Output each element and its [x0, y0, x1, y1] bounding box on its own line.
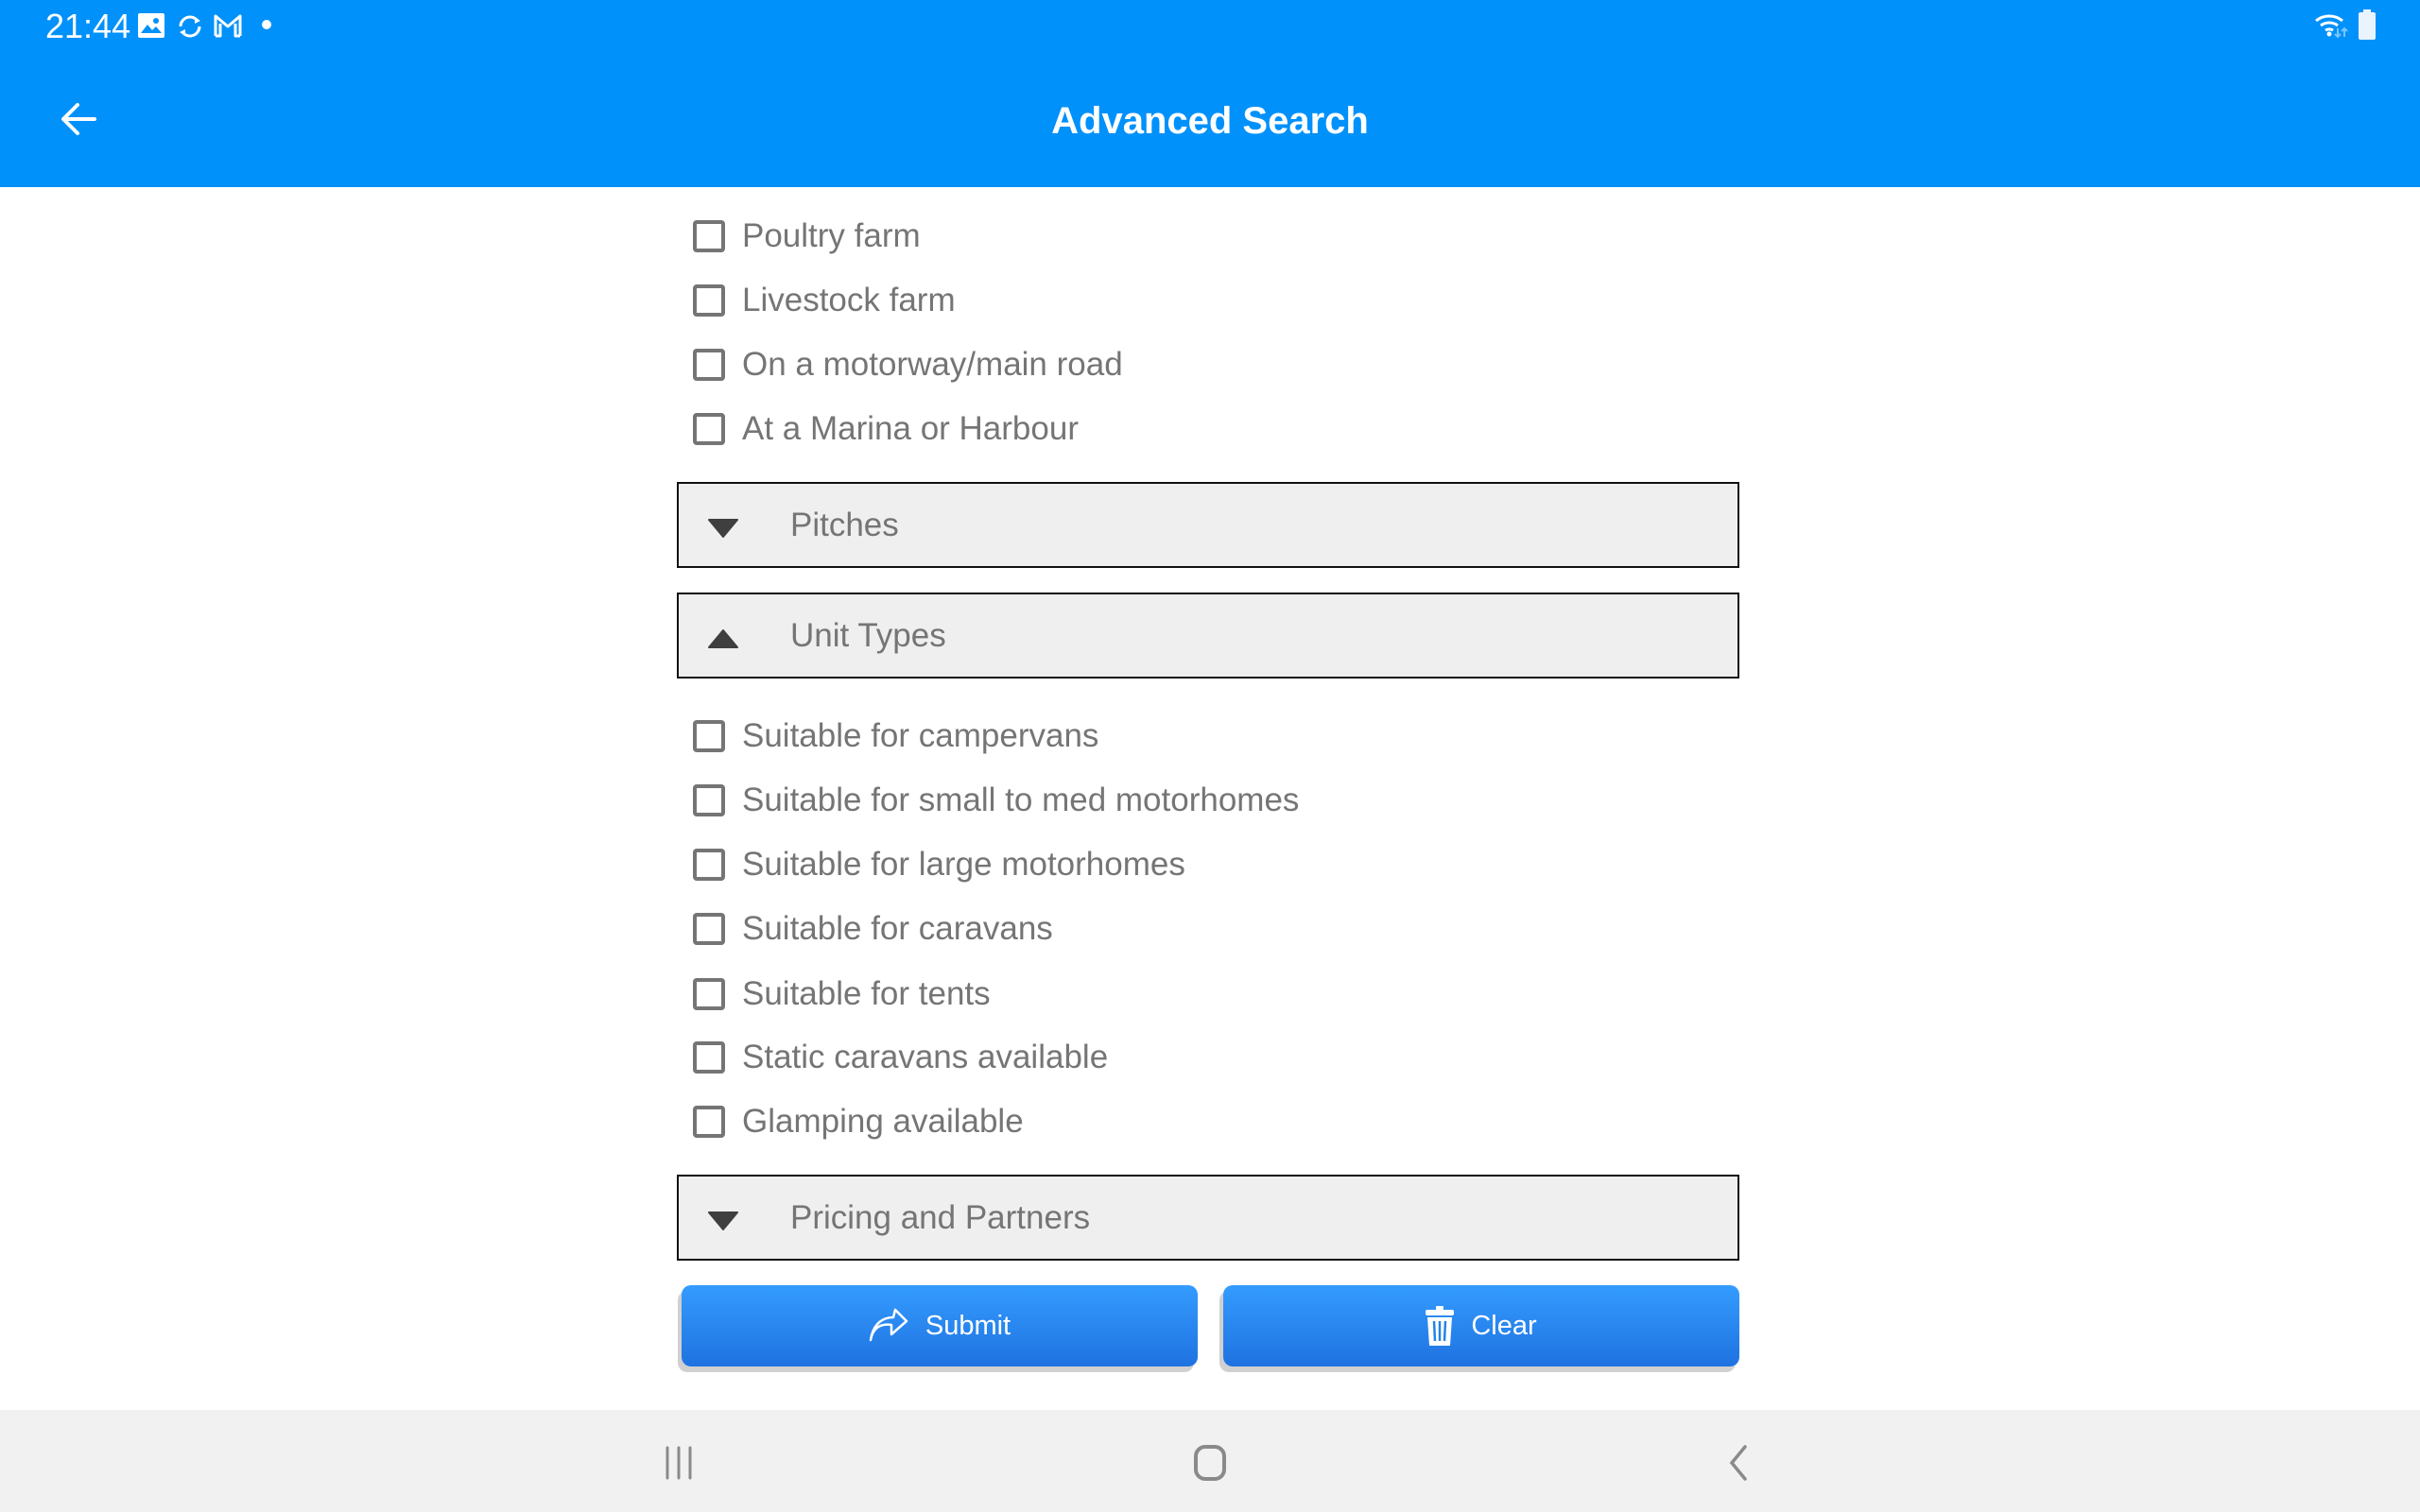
checkbox-box[interactable] [693, 349, 725, 381]
checkbox-glamping[interactable]: Glamping available [693, 1101, 1024, 1143]
app-header: 21:44 Advanced Search [0, 0, 2420, 187]
checkbox-box[interactable] [693, 1041, 725, 1074]
sync-icon [179, 15, 201, 38]
checkbox-box[interactable] [693, 1106, 725, 1138]
checkbox-box[interactable] [693, 284, 725, 317]
home-icon[interactable] [1193, 1444, 1227, 1482]
checkbox-label: Glamping available [742, 1103, 1024, 1140]
page-title: Advanced Search [1051, 100, 1369, 142]
checkbox-box[interactable] [693, 849, 725, 881]
submit-label: Submit [925, 1310, 1011, 1341]
submit-button[interactable]: Submit [682, 1285, 1198, 1366]
checkbox-campervans[interactable]: Suitable for campervans [693, 715, 1098, 757]
section-label: Unit Types [790, 617, 946, 654]
checkbox-livestock-farm[interactable]: Livestock farm [693, 280, 956, 321]
checkbox-box[interactable] [693, 720, 725, 752]
gallery-icon [138, 13, 164, 38]
section-label: Pitches [790, 507, 899, 543]
checkbox-large-motorhomes[interactable]: Suitable for large motorhomes [693, 844, 1185, 885]
status-time: 21:44 [45, 7, 131, 45]
checkbox-label: Suitable for tents [742, 975, 991, 1012]
checkbox-static-caravans[interactable]: Static caravans available [693, 1037, 1108, 1078]
checkbox-label: Suitable for small to med motorhomes [742, 782, 1300, 818]
checkbox-caravans[interactable]: Suitable for caravans [693, 908, 1053, 950]
checkbox-marina[interactable]: At a Marina or Harbour [693, 408, 1079, 450]
checkbox-label: Livestock farm [742, 282, 956, 318]
checkbox-label: Static caravans available [742, 1039, 1109, 1075]
caret-up-icon [708, 629, 738, 648]
back-chevron-icon[interactable] [1726, 1444, 1751, 1482]
checkbox-label: Suitable for caravans [742, 910, 1053, 947]
wifi-icon [2315, 14, 2348, 38]
checkbox-label: At a Marina or Harbour [742, 410, 1079, 447]
recents-icon[interactable] [662, 1446, 696, 1480]
caret-down-icon [708, 1211, 738, 1230]
system-navigation-bar [0, 1410, 2420, 1512]
share-arrow-icon [869, 1308, 908, 1342]
checkbox-motorway[interactable]: On a motorway/main road [693, 344, 1123, 386]
clear-button[interactable]: Clear [1223, 1285, 1739, 1366]
section-label: Pricing and Partners [790, 1199, 1091, 1236]
checkbox-label: On a motorway/main road [742, 346, 1123, 383]
section-unit-types[interactable]: Unit Types [677, 593, 1739, 679]
checkbox-label: Suitable for campervans [742, 717, 1099, 754]
checkbox-label: Poultry farm [742, 217, 921, 254]
battery-icon [2359, 9, 2376, 40]
checkbox-box[interactable] [693, 784, 725, 816]
checkbox-box[interactable] [693, 220, 725, 252]
trash-icon [1426, 1306, 1455, 1346]
checkbox-box[interactable] [693, 413, 725, 445]
checkbox-poultry-farm[interactable]: Poultry farm [693, 215, 921, 257]
caret-down-icon [708, 519, 738, 538]
checkbox-label: Suitable for large motorhomes [742, 846, 1185, 883]
section-pricing-partners[interactable]: Pricing and Partners [677, 1175, 1739, 1261]
checkbox-tents[interactable]: Suitable for tents [693, 973, 991, 1015]
section-pitches[interactable]: Pitches [677, 482, 1739, 568]
notification-dot-icon [262, 20, 271, 29]
checkbox-box[interactable] [693, 913, 725, 945]
clear-label: Clear [1471, 1310, 1537, 1341]
checkbox-box[interactable] [693, 978, 725, 1010]
checkbox-small-med-motorhomes[interactable]: Suitable for small to med motorhomes [693, 780, 1299, 821]
gmail-icon [214, 14, 242, 38]
